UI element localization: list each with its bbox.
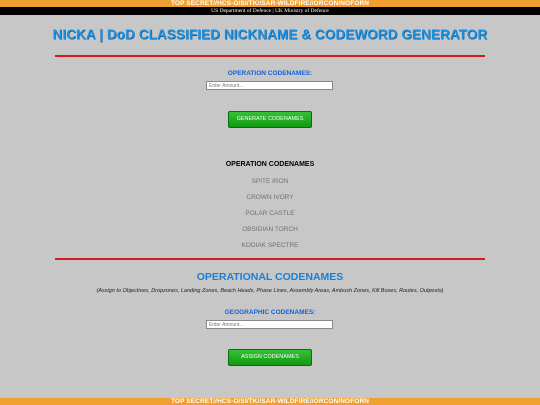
classification-banner-bottom: TOP SECRET//HCS-O/SI/TK//SAR-WILDFIRE//O… <box>0 398 540 405</box>
geographic-amount-input[interactable] <box>206 320 333 329</box>
assign-codenames-button[interactable]: ASSIGN CODENAMES <box>228 349 312 366</box>
codename-item: KODIAK SPECTRE <box>241 242 299 249</box>
geographic-codenames-label: GEOGRAPHIC CODENAMES: <box>224 309 316 316</box>
generate-codenames-button[interactable]: GENERATE CODENAMES <box>228 111 312 128</box>
results-heading: OPERATION CODENAMES <box>225 161 315 168</box>
classification-banner-top: TOP SECRET//HCS-O/SI/TK//SAR-WILDFIRE//O… <box>0 0 540 7</box>
page-title: NICKA | DoD CLASSIFIED NICKNAME & CODEWO… <box>52 27 488 42</box>
codename-item: SPITE IRON <box>251 178 289 185</box>
department-bar: US Department of Defence | UK Ministry o… <box>0 7 540 15</box>
operational-codenames-subtitle: (Assign to Objectives, Dropzones, Landin… <box>96 288 444 294</box>
operation-codenames-label: OPERATION CODENAMES: <box>227 70 313 77</box>
divider <box>55 55 485 57</box>
operation-amount-input[interactable] <box>206 81 333 90</box>
codename-item: POLAR CASTLE <box>245 210 295 217</box>
operational-codenames-title: OPERATIONAL CODENAMES <box>196 271 344 283</box>
codename-item: CROWN IVORY <box>246 194 294 201</box>
codename-item: OBSIDIAN TORCH <box>242 226 298 233</box>
divider <box>55 258 485 260</box>
